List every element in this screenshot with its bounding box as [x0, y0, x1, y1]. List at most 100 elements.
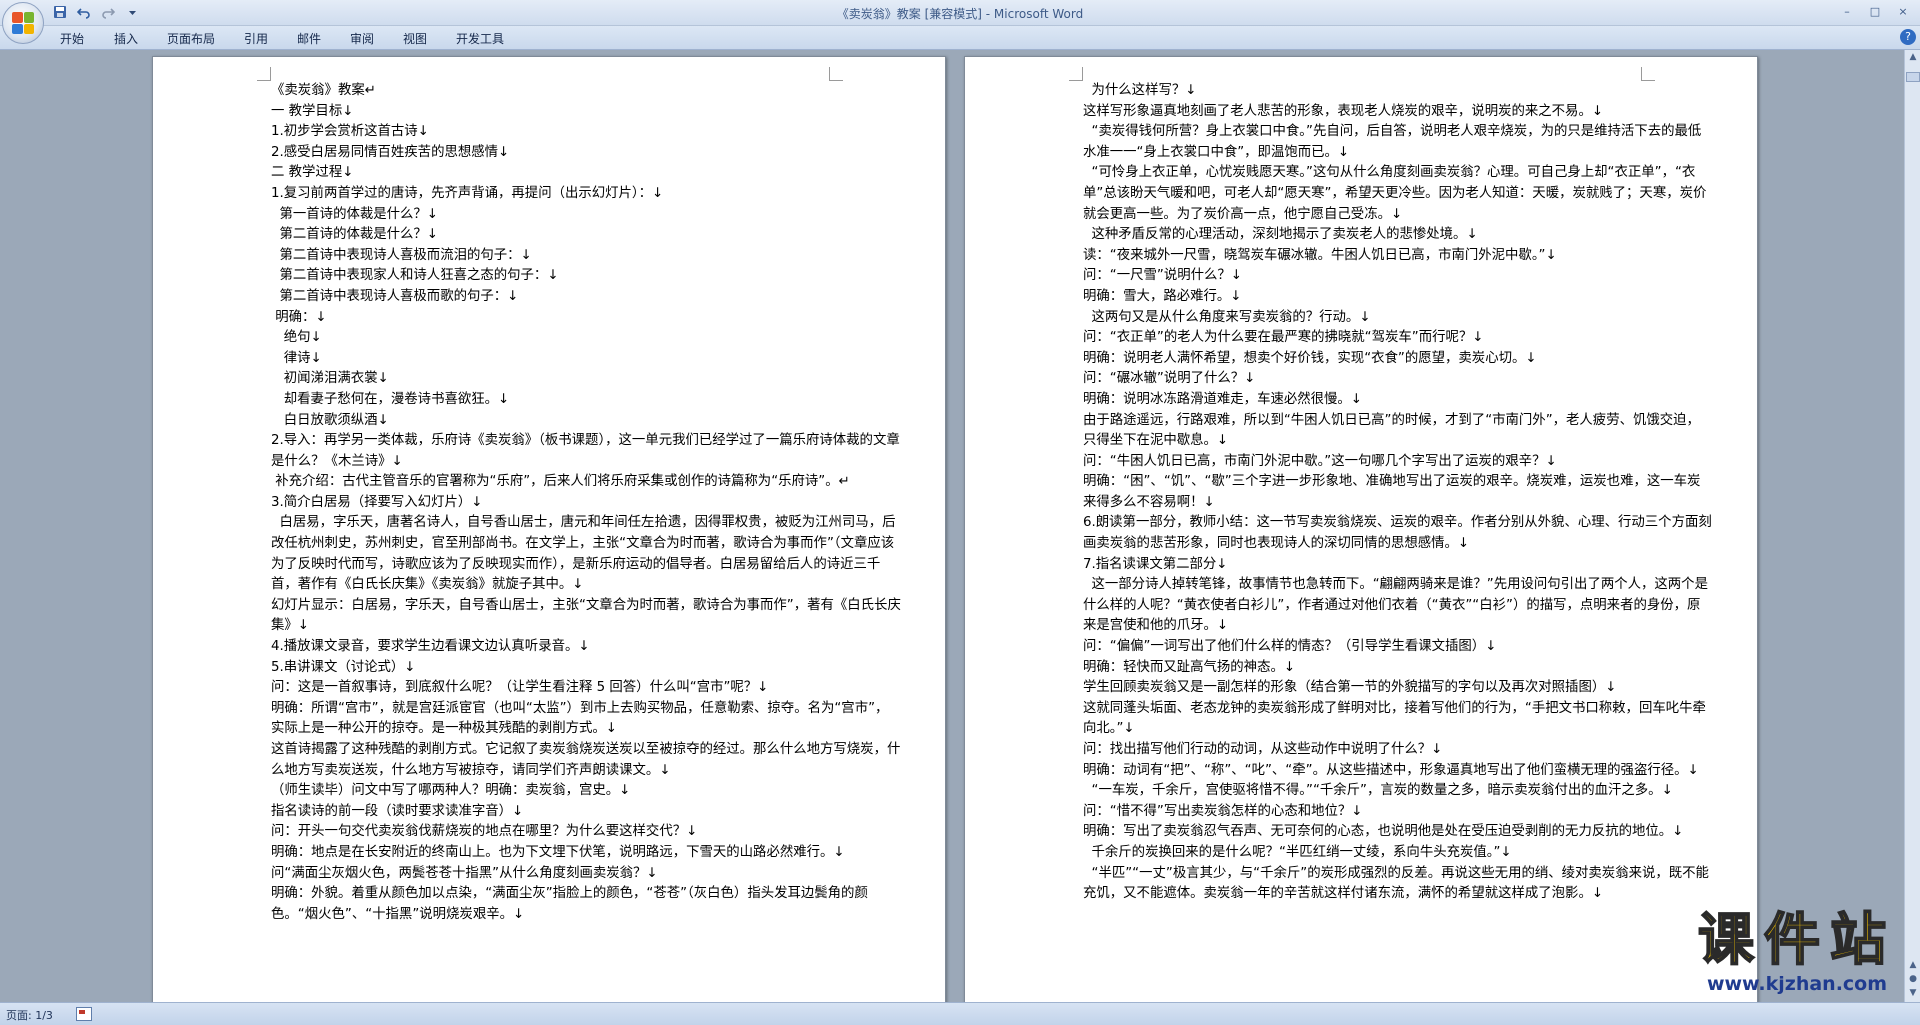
tab-mailings[interactable]: 邮件 [297, 30, 321, 47]
vertical-scrollbar[interactable]: ▲ ▲ ● ▼ [1904, 50, 1920, 1002]
page-text[interactable]: 为什么这样写？↓ 这样写形象逼真地刻画了老人悲苦的形象，表现老人烧炭的艰辛，说明炭… [1083, 81, 1713, 905]
paragraph[interactable]: 这就同蓬头垢面、老态龙钟的卖炭翁形成了鲜明对比，接着写他们的行为，“手把文书口称… [1083, 699, 1713, 740]
paragraph[interactable]: 学生回顾卖炭翁又是一副怎样的形象（结合第一节的外貌描写的字句以及再次对照插图）↓ [1083, 678, 1713, 699]
paragraph[interactable]: 2.导入：再学另一类体裁，乐府诗《卖炭翁》（板书课题），这一单元我们已经学过了一… [271, 431, 901, 472]
paragraph[interactable]: 二 教学过程↓ [271, 163, 901, 184]
paragraph[interactable]: 为什么这样写？↓ [1083, 81, 1713, 102]
paragraph[interactable]: （师生读毕）问文中写了哪两种人？明确：卖炭翁，宫史。↓ [271, 781, 901, 802]
paragraph[interactable]: “一车炭，千余斤，宫使驱将惜不得。”“千余斤”，言炭的数量之多，暗示卖炭翁付出的… [1083, 781, 1713, 802]
paragraph[interactable]: 这样写形象逼真地刻画了老人悲苦的形象，表现老人烧炭的艰辛，说明炭的来之不易。↓ [1083, 102, 1713, 123]
macro-record-icon[interactable] [76, 1007, 92, 1021]
paragraph[interactable]: 明确：写出了卖炭翁忍气吞声、无可奈何的心态，也说明他是处在受压迫受剥削的无力反抗… [1083, 822, 1713, 843]
tab-page-layout[interactable]: 页面布局 [167, 30, 215, 47]
paragraph[interactable]: 明确：↓ [271, 308, 901, 329]
paragraph[interactable]: 2.感受白居易同情百姓疾苦的思想感情↓ [271, 143, 901, 164]
paragraph[interactable]: 这两句又是从什么角度来写卖炭翁的？行动。↓ [1083, 308, 1713, 329]
paragraph[interactable]: 明确：说明冰冻路滑道难走，车速必然很慢。↓ [1083, 390, 1713, 411]
paragraph[interactable]: 问：“牛困人饥日已高，市南门外泥中歇。”这一句哪几个字写出了运炭的艰辛？↓ [1083, 452, 1713, 473]
paragraph[interactable]: 问：“一尺雪”说明什么？↓ [1083, 266, 1713, 287]
paragraph[interactable]: 1.初步学会赏析这首古诗↓ [271, 122, 901, 143]
paragraph[interactable]: 绝句↓ [271, 328, 901, 349]
paragraph[interactable]: 白日放歌须纵酒↓ [271, 411, 901, 432]
undo-icon[interactable] [74, 3, 94, 21]
document-page-1[interactable]: 《卖炭翁》教案↵ 一 教学目标↓ 1.初步学会赏析这首古诗↓ 2.感受白居易同情百姓疾… [152, 56, 946, 1002]
paragraph[interactable]: 律诗↓ [271, 349, 901, 370]
paragraph[interactable]: 千余斤的炭换回来的是什么呢？“半匹红绡一丈绫，系向牛头充炭值。”↓ [1083, 843, 1713, 864]
paragraph[interactable]: 这种矛盾反常的心理活动，深刻地揭示了卖炭老人的悲惨处境。↓ [1083, 225, 1713, 246]
paragraph[interactable]: 这首诗揭露了这种残酷的剥削方式。它记叙了卖炭翁烧炭送炭以至被掠夺的经过。那么什么… [271, 740, 901, 781]
paragraph[interactable]: 白居易，字乐天，唐著名诗人，自号香山居士，唐元和年间任左拾遗，因得罪权贵，被贬为… [271, 513, 901, 595]
tab-view[interactable]: 视图 [403, 30, 427, 47]
tab-insert[interactable]: 插入 [114, 30, 138, 47]
window-controls: – □ × [1834, 2, 1916, 20]
redo-icon[interactable] [98, 3, 118, 21]
paragraph[interactable]: 问：“碾冰辙”说明了什么？↓ [1083, 369, 1713, 390]
close-button[interactable]: × [1890, 2, 1916, 20]
document-page-2[interactable]: 为什么这样写？↓ 这样写形象逼真地刻画了老人悲苦的形象，表现老人烧炭的艰辛，说明炭… [964, 56, 1758, 1002]
paragraph[interactable]: 一 教学目标↓ [271, 102, 901, 123]
next-page-icon[interactable]: ▼ [1906, 986, 1920, 1000]
paragraph[interactable]: 问：“衣正单”的老人为什么要在最严寒的拂晓就“驾炭车”而行呢？↓ [1083, 328, 1713, 349]
quick-access-toolbar [50, 3, 142, 21]
paragraph[interactable]: 明确：轻快而又趾高气扬的神态。↓ [1083, 658, 1713, 679]
paragraph[interactable]: 补充介绍：古代主管音乐的官署称为“乐府”，后来人们将乐府采集或创作的诗篇称为“乐… [271, 472, 901, 493]
paragraph[interactable]: 3.简介白居易（择要写入幻灯片）↓ [271, 493, 901, 514]
paragraph[interactable]: 问：找出描写他们行动的动词，从这些动作中说明了什么？↓ [1083, 740, 1713, 761]
page-count[interactable]: 页面: 1/3 [6, 1007, 53, 1023]
paragraph[interactable]: 1.复习前两首学过的唐诗，先齐声背诵，再提问（出示幻灯片）：↓ [271, 184, 901, 205]
office-button[interactable] [2, 2, 44, 44]
paragraph[interactable]: 问“满面尘灰烟火色，两鬓苍苍十指黑”从什么角度刻画卖炭翁？↓ [271, 864, 901, 885]
scroll-up-icon[interactable]: ▲ [1906, 50, 1920, 64]
previous-page-icon[interactable]: ▲ [1906, 958, 1920, 972]
watermark-title: 课件站 [1697, 908, 1896, 973]
paragraph[interactable]: 问：这是一首叙事诗，到底叙什么呢？（让学生看注释 5 回答）什么叫“宫市”呢？↓ [271, 678, 901, 699]
paragraph[interactable]: 明确：雪大，路必难行。↓ [1083, 287, 1713, 308]
tab-home[interactable]: 开始 [60, 30, 84, 47]
tab-references[interactable]: 引用 [244, 30, 268, 47]
paragraph[interactable]: 明确：外貌。着重从颜色加以点染，“满面尘灰”指脸上的颜色，“苍苍”（灰白色）指头… [271, 884, 901, 925]
paragraph[interactable]: “卖炭得钱何所营？身上衣裳口中食。”先自问，后自答，说明老人艰辛烧炭，为的只是维… [1083, 122, 1713, 163]
paragraph[interactable]: 由于路途遥远，行路艰难，所以到“牛困人饥日已高”的时候，才到了“市南门外”，老人… [1083, 411, 1713, 452]
maximize-button[interactable]: □ [1862, 2, 1888, 20]
paragraph[interactable]: 6.朗读第一部分，教师小结：这一节写卖炭翁烧炭、运炭的艰辛。作者分别从外貌、心理… [1083, 513, 1713, 554]
paragraph[interactable]: 明确：所谓“宫市”，就是宫廷派宦官（也叫“太监”）到市上去购买物品，任意勒索、掠… [271, 699, 901, 740]
paragraph[interactable]: 读：“夜来城外一尺雪，晓驾炭车碾冰辙。牛困人饥日已高，市南门外泥中歇。”↓ [1083, 246, 1713, 267]
paragraph[interactable]: 第二首诗中表现诗人喜极而歌的句子：↓ [271, 287, 901, 308]
scroll-thumb[interactable] [1906, 72, 1920, 82]
browse-object-icon[interactable]: ● [1906, 972, 1920, 986]
paragraph[interactable]: 初闻涕泪满衣裳↓ [271, 369, 901, 390]
paragraph[interactable]: 第二首诗的体裁是什么？↓ [271, 225, 901, 246]
paragraph[interactable]: “半匹”“一丈”极言其少，与“千余斤”的炭形成强烈的反差。再说这些无用的绡、绫对… [1083, 864, 1713, 905]
paragraph[interactable]: 明确：动词有“把”、“称”、“叱”、“牵”。从这些描述中，形象逼真地写出了他们蛮… [1083, 761, 1713, 782]
paragraph[interactable]: 却看妻子愁何在，漫卷诗书喜欲狂。↓ [271, 390, 901, 411]
dropdown-icon[interactable] [122, 3, 142, 21]
paragraph[interactable]: 4.播放课文录音，要求学生边看课文边认真听录音。↓ [271, 637, 901, 658]
paragraph[interactable]: 问：“偏偏”一词写出了他们什么样的情态？（引导学生看课文插图）↓ [1083, 637, 1713, 658]
paragraph[interactable]: “可怜身上衣正单，心忧炭贱愿天寒。”这句从什么角度刻画卖炭翁？心理。可自己身上却… [1083, 163, 1713, 225]
paragraph[interactable]: 第二首诗中表现家人和诗人狂喜之态的句子：↓ [271, 266, 901, 287]
paragraph[interactable]: 问：“惜不得”写出卖炭翁怎样的心态和地位？↓ [1083, 802, 1713, 823]
minimize-button[interactable]: – [1834, 2, 1860, 20]
tab-review[interactable]: 审阅 [350, 30, 374, 47]
paragraph[interactable]: 7.指名读课文第二部分↓ [1083, 555, 1713, 576]
paragraph[interactable]: 指名读诗的前一段（读时要求读准字音）↓ [271, 802, 901, 823]
document-workspace[interactable]: 《卖炭翁》教案↵ 一 教学目标↓ 1.初步学会赏析这首古诗↓ 2.感受白居易同情百姓疾… [0, 50, 1904, 1002]
paragraph[interactable]: 问：开头一句交代卖炭翁伐薪烧炭的地点在哪里？为什么要这样交代？↓ [271, 822, 901, 843]
title-bar: 《卖炭翁》教案 [兼容模式] - Microsoft Word – □ × [0, 0, 1920, 26]
paragraph[interactable]: 明确：“困”、“饥”、“歇”三个字进一步形象地、准确地写出了运炭的艰辛。烧炭难，… [1083, 472, 1713, 513]
tab-developer[interactable]: 开发工具 [456, 30, 504, 47]
window-title: 《卖炭翁》教案 [兼容模式] - Microsoft Word [836, 7, 1084, 21]
paragraph[interactable]: 明确：地点是在长安附近的终南山上。也为下文埋下伏笔，说明路远，下雪天的山路必然难… [271, 843, 901, 864]
paragraph[interactable]: 第一首诗的体裁是什么？↓ [271, 205, 901, 226]
paragraph[interactable]: 5.串讲课文（讨论式）↓ [271, 658, 901, 679]
paragraph[interactable]: 《卖炭翁》教案↵ [271, 81, 901, 102]
page-text[interactable]: 《卖炭翁》教案↵ 一 教学目标↓ 1.初步学会赏析这首古诗↓ 2.感受白居易同情百姓疾… [271, 81, 901, 925]
paragraph[interactable]: 明确：说明老人满怀希望，想卖个好价钱，实现“衣食”的愿望，卖炭心切。↓ [1083, 349, 1713, 370]
status-bar: 页面: 1/3 [0, 1002, 1920, 1025]
help-icon[interactable]: ? [1900, 29, 1916, 45]
paragraph[interactable]: 这一部分诗人掉转笔锋，故事情节也急转而下。“翩翩两骑来是谁？”先用设问句引出了两… [1083, 575, 1713, 637]
paragraph[interactable]: 幻灯片显示：白居易，字乐天，自号香山居士，主张“文章合为时而著，歌诗合为事而作”… [271, 596, 901, 637]
paragraph[interactable]: 第二首诗中表现诗人喜极而流泪的句子：↓ [271, 246, 901, 267]
save-icon[interactable] [50, 3, 70, 21]
margin-marker [829, 67, 843, 81]
